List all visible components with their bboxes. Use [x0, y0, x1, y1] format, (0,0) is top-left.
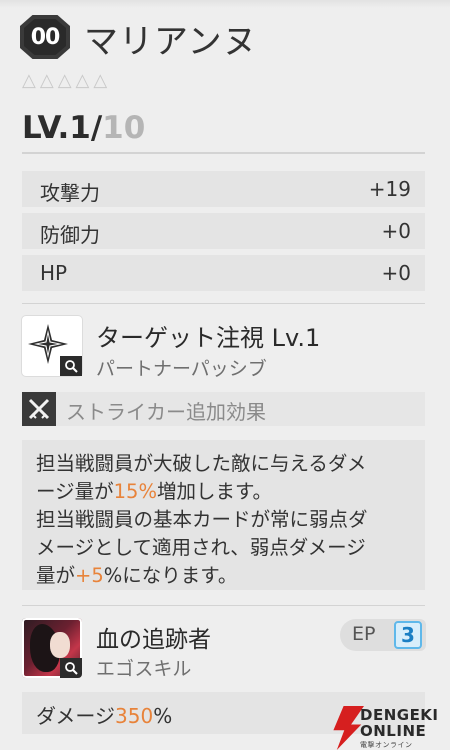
stat-label: 防御力: [40, 223, 100, 247]
star-icon: △: [75, 70, 90, 91]
stat-value: +0: [381, 219, 411, 243]
stat-row-hp: HP +0: [22, 255, 425, 291]
damage-value: 350: [115, 704, 154, 728]
skill-title: ターゲット注視 Lv.1: [96, 324, 321, 352]
magnifier-icon[interactable]: [60, 356, 82, 376]
desc-line: ージ量が15%増加します。: [36, 480, 273, 503]
rank-badge: 00: [20, 15, 70, 59]
desc-line: 担当戦闘員が大破した敵に与えるダメ: [36, 452, 367, 475]
skill-description: 担当戦闘員が大破した敵に与えるダメ ージ量が15%増加します。 担当戦闘員の基本…: [22, 440, 425, 590]
stat-value: +0: [381, 261, 411, 285]
dengeki-online-watermark: DENGEKI ONLINE 電撃オンライン: [330, 706, 450, 750]
stat-value: +19: [368, 177, 411, 201]
desc-line: メージとして適用され、弱点ダメージ: [36, 536, 366, 559]
damage-label: ダメージ: [36, 704, 115, 728]
highlight-value: +5: [75, 564, 104, 587]
character-name: マリアンヌ: [84, 22, 258, 62]
magnifier-icon[interactable]: [60, 658, 82, 678]
stat-row-attack: 攻撃力 +19: [22, 171, 425, 207]
level-max: 10: [102, 110, 146, 146]
ego-skill-type: エゴスキル: [96, 658, 192, 680]
portrait-face: [50, 632, 70, 658]
star-icon: △: [22, 70, 36, 91]
crossed-swords-icon: [22, 392, 56, 426]
striker-effect-label: ストライカー追加効果: [66, 400, 266, 424]
divider: [22, 605, 425, 606]
damage-unit: %: [153, 704, 173, 728]
desc-line: 担当戦闘員の基本カードが常に弱点ダ: [36, 508, 368, 531]
ep-label: EP: [352, 623, 376, 645]
level-current: LV.1/: [22, 110, 103, 146]
rank-badge-label: 00: [24, 19, 66, 55]
top-fade: [0, 0, 450, 8]
star-icon: △: [93, 70, 108, 91]
ego-skill-icon-button[interactable]: [22, 618, 82, 678]
skill-icon-button[interactable]: [22, 316, 82, 376]
stat-label: 攻撃力: [40, 181, 100, 205]
watermark-line2: ONLINE: [360, 722, 427, 740]
level-indicator: LV.1/10: [22, 110, 145, 146]
highlight-value: 15%: [113, 480, 157, 503]
desc-line: 量が+5%になります。: [36, 564, 238, 587]
stat-row-defense: 防御力 +0: [22, 213, 425, 249]
divider: [22, 152, 425, 154]
ep-cost: EP 3: [340, 619, 426, 651]
skill-type: パートナーパッシブ: [96, 358, 267, 380]
star-icon: △: [57, 70, 72, 91]
ep-value: 3: [394, 621, 422, 649]
star-rating: △ △ △ △ △: [22, 72, 107, 90]
watermark-line3: 電撃オンライン: [360, 741, 413, 749]
lightning-logo-icon: [333, 706, 364, 750]
star-icon: △: [39, 70, 54, 91]
divider: [22, 303, 425, 304]
striker-effect-bar: ストライカー追加効果: [22, 392, 425, 426]
stat-label: HP: [40, 261, 68, 285]
damage-text: ダメージ350%: [36, 700, 172, 729]
ego-skill-title: 血の追跡者: [96, 627, 211, 653]
